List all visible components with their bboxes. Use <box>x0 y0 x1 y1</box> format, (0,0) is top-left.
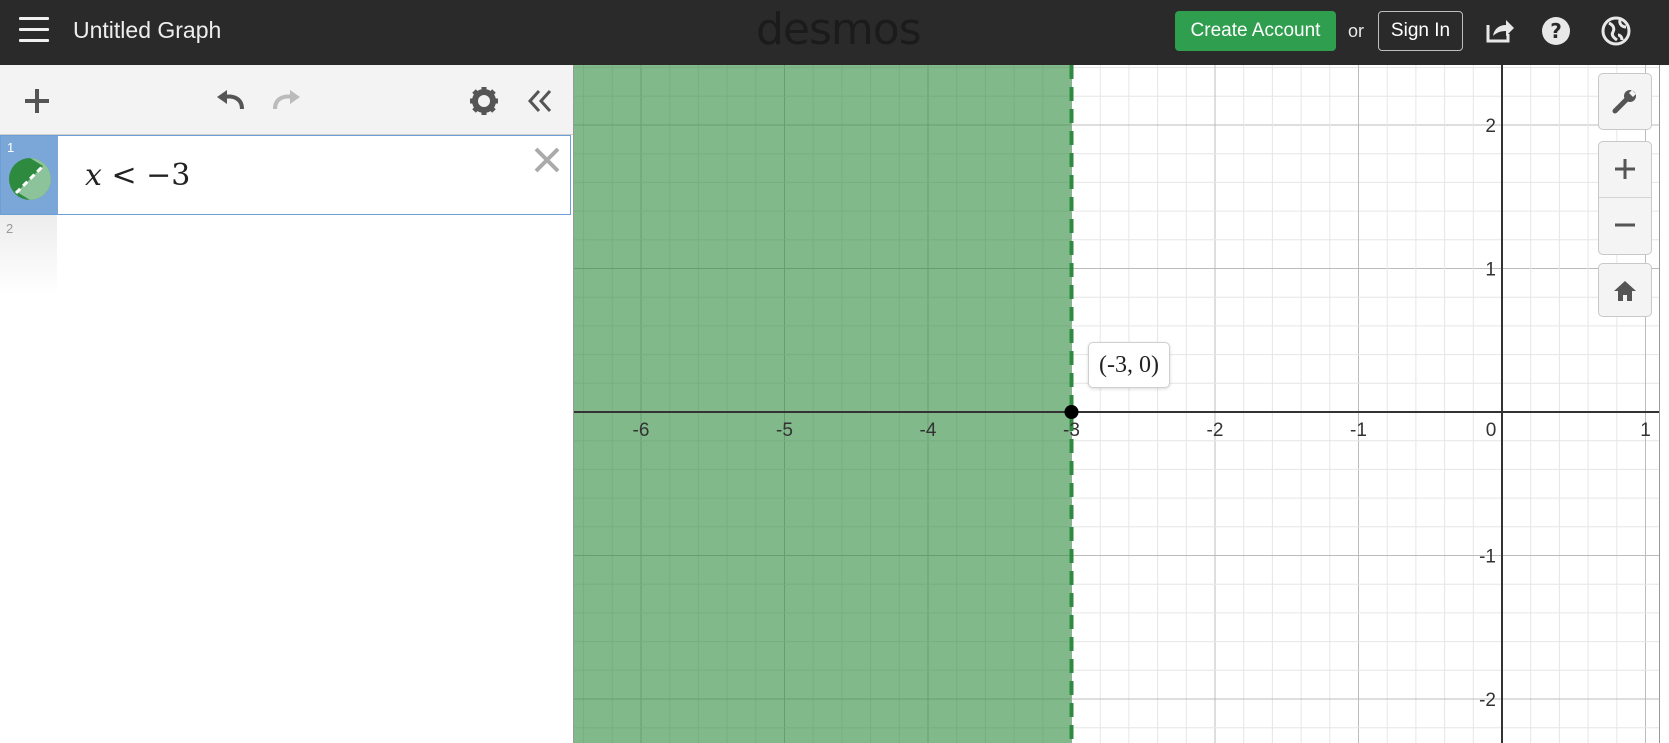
shaded-region <box>574 65 1072 743</box>
expression-variable: x <box>85 158 102 193</box>
svg-text:?: ? <box>1550 19 1562 43</box>
wrench-icon <box>1612 90 1636 114</box>
zoom-out-button[interactable] <box>1599 198 1651 253</box>
x-tick-label: -1 <box>1350 420 1367 441</box>
y-tick-label: 2 <box>1485 116 1496 137</box>
expression-rest: < −3 <box>101 158 191 193</box>
x-tick-label: -2 <box>1207 420 1224 441</box>
x-tick-label: 1 <box>1640 420 1651 441</box>
right-edge <box>1659 65 1669 743</box>
share-icon[interactable] <box>1483 15 1515 47</box>
x-tick-label: -6 <box>633 420 650 441</box>
expression-toolbar <box>0 65 573 135</box>
home-control <box>1598 263 1652 317</box>
point-label[interactable]: (-3, 0) <box>1088 342 1170 388</box>
expression-row-2[interactable] <box>57 215 571 295</box>
expression-row-1[interactable]: 1 x < −3 <box>0 135 571 215</box>
graph-svg: -6 -5 -4 -3 -2 -1 0 1 2 1 -1 -2 <box>574 65 1659 743</box>
delete-expression-icon[interactable] <box>533 146 561 174</box>
home-button[interactable] <box>1599 264 1651 319</box>
undo-icon[interactable] <box>214 85 246 117</box>
create-account-button[interactable]: Create Account <box>1175 11 1336 51</box>
menu-hamburger-icon[interactable] <box>19 17 49 43</box>
intercept-point <box>1064 405 1079 419</box>
x-tick-label: -3 <box>1063 420 1080 441</box>
expression-tab: 1 <box>1 136 58 214</box>
zoom-out-icon <box>1615 223 1635 227</box>
expression-panel: 1 x < −3 2 <box>0 65 574 743</box>
or-label: or <box>1348 21 1365 41</box>
top-bar: Untitled Graph desmos Create Account or … <box>0 0 1669 65</box>
zoom-controls <box>1598 141 1652 255</box>
zoom-in-button[interactable] <box>1599 142 1651 198</box>
x-tick-label: -5 <box>776 420 793 441</box>
redo-icon[interactable] <box>271 85 303 117</box>
expression-input[interactable]: x < −3 <box>85 158 190 193</box>
row-number: 1 <box>7 140 15 155</box>
y-tick-label: -2 <box>1479 690 1496 711</box>
home-icon <box>1614 281 1636 301</box>
graph-settings-control <box>1598 73 1652 130</box>
language-globe-icon[interactable] <box>1600 15 1632 47</box>
collapse-panel-icon[interactable] <box>523 85 555 117</box>
settings-gear-icon[interactable] <box>468 85 500 117</box>
help-icon[interactable]: ? <box>1540 15 1572 47</box>
y-tick-label: -1 <box>1479 547 1496 568</box>
add-item-icon[interactable] <box>21 85 53 117</box>
desmos-logo: desmos <box>756 4 922 55</box>
zoom-in-icon <box>1615 159 1635 179</box>
x-tick-label: -4 <box>920 420 937 441</box>
inequality-style-icon[interactable] <box>8 157 52 201</box>
graph-title[interactable]: Untitled Graph <box>73 17 221 44</box>
sign-in-button[interactable]: Sign In <box>1378 11 1463 51</box>
row-number-2: 2 <box>6 221 14 236</box>
x-tick-label: 0 <box>1486 420 1497 441</box>
graph-canvas[interactable]: -6 -5 -4 -3 -2 -1 0 1 2 1 -1 -2 (-3, 0) <box>574 65 1659 743</box>
y-tick-label: 1 <box>1485 260 1496 281</box>
wrench-button[interactable] <box>1599 74 1651 129</box>
